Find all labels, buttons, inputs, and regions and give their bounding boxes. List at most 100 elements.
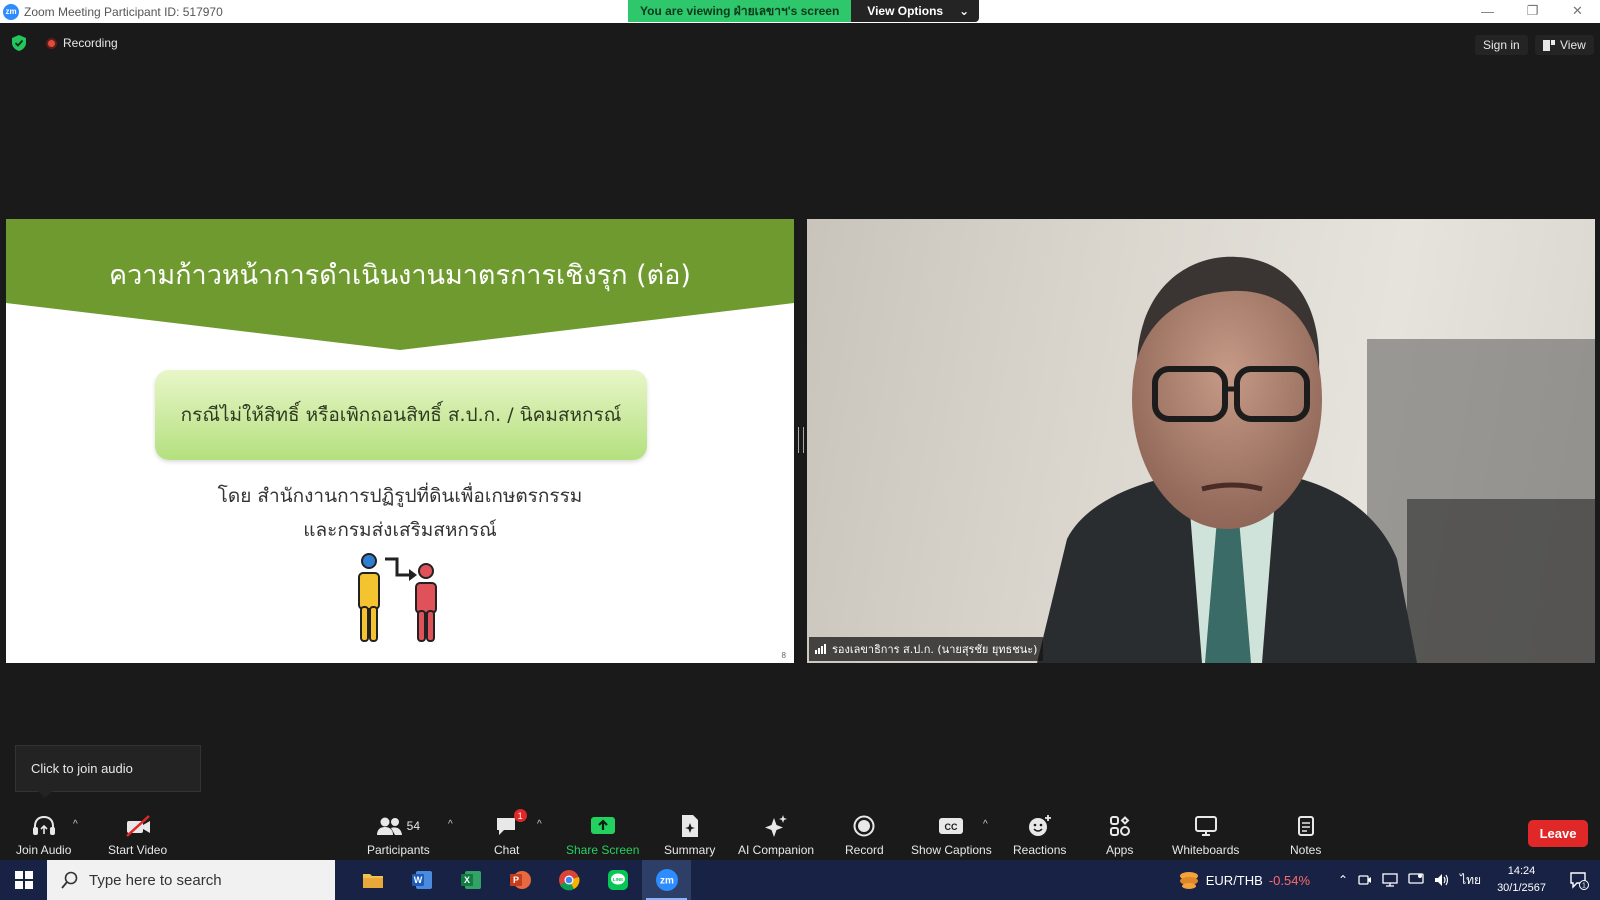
windows-logo-icon bbox=[14, 871, 33, 889]
recording-label: Recording bbox=[63, 36, 118, 50]
chrome-icon bbox=[558, 870, 579, 891]
people-transfer-icon bbox=[358, 553, 437, 642]
leave-button[interactable]: Leave bbox=[1528, 820, 1588, 847]
meeting-toolbar: Join Audio ^ Start Video 54 Participants… bbox=[0, 805, 1600, 860]
reactions-button[interactable]: Reactions bbox=[1013, 813, 1066, 857]
recording-dot-icon bbox=[46, 37, 57, 49]
clock[interactable]: 14:24 30/1/2567 bbox=[1497, 863, 1546, 897]
taskbar-powerpoint[interactable]: P bbox=[495, 860, 544, 900]
svg-text:W: W bbox=[413, 875, 422, 885]
participant-video-tile[interactable]: รองเลขาธิการ ส.ป.ก. (นายสุรชัย ยุทธชนะ) bbox=[807, 219, 1595, 663]
powerpoint-icon: P bbox=[509, 871, 531, 889]
chat-button[interactable]: 1 Chat bbox=[494, 809, 527, 857]
search-icon bbox=[61, 871, 78, 889]
slide-title: ความก้าวหน้าการดำเนินงานมาตรการเชิงรุก (… bbox=[109, 260, 691, 291]
notes-label: Notes bbox=[1290, 843, 1322, 857]
show-captions-button[interactable]: CC Show Captions bbox=[911, 813, 992, 857]
svg-text:LINE: LINE bbox=[612, 877, 622, 882]
taskbar-search-box[interactable]: Type here to search bbox=[47, 860, 335, 900]
close-button[interactable]: ✕ bbox=[1555, 0, 1600, 22]
summary-label: Summary bbox=[664, 843, 716, 857]
join-audio-tooltip: Click to join audio bbox=[15, 745, 201, 798]
share-screen-icon bbox=[590, 817, 615, 834]
apps-button[interactable]: Apps bbox=[1106, 813, 1133, 857]
folder-icon bbox=[362, 874, 383, 888]
shield-icon[interactable] bbox=[12, 35, 26, 51]
participants-icon bbox=[376, 817, 402, 835]
notification-icon: 1 bbox=[1570, 872, 1589, 890]
view-button[interactable]: View bbox=[1535, 35, 1594, 55]
clock-time: 14:24 bbox=[1507, 865, 1536, 877]
participants-count: 54 bbox=[406, 819, 421, 833]
participants-button[interactable]: 54 Participants bbox=[367, 813, 430, 857]
chat-label: Chat bbox=[494, 843, 520, 857]
participant-name-tag: รองเลขาธิการ ส.ป.ก. (นายสุรชัย ยุทธชนะ) bbox=[809, 637, 1044, 661]
join-audio-button[interactable]: Join Audio bbox=[16, 813, 71, 857]
taskbar-chrome[interactable] bbox=[544, 860, 593, 900]
taskbar-search-placeholder: Type here to search bbox=[89, 871, 222, 889]
start-button[interactable] bbox=[0, 860, 47, 900]
meet-now-icon[interactable] bbox=[1358, 873, 1372, 887]
closed-captions-icon: CC bbox=[939, 818, 964, 834]
whiteboards-button[interactable]: Whiteboards bbox=[1172, 813, 1239, 857]
currency-pair: EUR/THB bbox=[1205, 872, 1263, 888]
system-tray: EUR/THB -0.54% ⌃ ไทย 14:24 30/1/2567 1 bbox=[1178, 860, 1600, 900]
captions-options-caret-icon[interactable]: ^ bbox=[983, 819, 988, 830]
currency-exchange-icon bbox=[1179, 872, 1198, 889]
sign-in-button[interactable]: Sign in bbox=[1475, 35, 1528, 55]
zoom-app-icon: zm bbox=[655, 869, 678, 891]
start-video-button[interactable]: Start Video bbox=[108, 813, 167, 857]
split-view-handle[interactable] bbox=[798, 427, 804, 453]
speaker-icon[interactable] bbox=[1434, 873, 1450, 887]
network-icon[interactable] bbox=[1382, 873, 1398, 887]
chat-unread-badge: 1 bbox=[513, 809, 527, 822]
whiteboards-label: Whiteboards bbox=[1172, 843, 1240, 857]
show-captions-label: Show Captions bbox=[911, 843, 992, 857]
summary-icon bbox=[681, 815, 698, 837]
shared-screen-slide: ความก้าวหน้าการดำเนินงานมาตรการเชิงรุก (… bbox=[6, 219, 794, 663]
view-options-button[interactable]: View Options ⌄ bbox=[851, 0, 980, 22]
participants-options-caret-icon[interactable]: ^ bbox=[448, 819, 453, 830]
action-center-button[interactable]: 1 bbox=[1564, 870, 1594, 890]
currency-widget[interactable]: EUR/THB -0.54% bbox=[1178, 870, 1310, 890]
summary-button[interactable]: Summary bbox=[664, 813, 715, 857]
taskbar-zoom[interactable]: zm bbox=[642, 860, 691, 900]
taskbar-file-explorer[interactable] bbox=[348, 860, 397, 900]
show-hidden-icons-chevron-icon[interactable]: ⌃ bbox=[1338, 873, 1348, 887]
taskbar-word[interactable]: W bbox=[397, 860, 446, 900]
clock-date: 30/1/2567 bbox=[1497, 882, 1546, 894]
reactions-icon bbox=[1028, 815, 1051, 836]
slide-subtitle-line1: โดย สำนักงานการปฏิรูปที่ดินเพื่อเกษตรกรร… bbox=[217, 485, 583, 507]
line-app-icon: LINE bbox=[607, 870, 628, 890]
sparkle-icon bbox=[765, 815, 788, 837]
chat-options-caret-icon[interactable]: ^ bbox=[537, 819, 542, 830]
svg-text:zm: zm bbox=[660, 876, 674, 887]
apps-label: Apps bbox=[1106, 843, 1134, 857]
svg-text:CC: CC bbox=[945, 822, 958, 832]
notes-button[interactable]: Notes bbox=[1290, 813, 1321, 857]
restore-button[interactable]: ❐ bbox=[1510, 0, 1555, 22]
display-icon[interactable] bbox=[1408, 873, 1424, 887]
record-button[interactable]: Record bbox=[845, 813, 884, 857]
view-layout-icon bbox=[1543, 39, 1555, 51]
recording-indicator[interactable]: Recording bbox=[46, 36, 118, 50]
window-controls: — ❐ ✕ bbox=[1465, 0, 1600, 22]
window-title: Zoom Meeting Participant ID: 517970 bbox=[24, 4, 223, 19]
whiteboard-icon bbox=[1194, 816, 1217, 836]
currency-change: -0.54% bbox=[1268, 872, 1311, 888]
ai-companion-button[interactable]: AI Companion bbox=[738, 813, 814, 857]
audio-options-caret-icon[interactable]: ^ bbox=[73, 819, 78, 830]
participant-name: รองเลขาธิการ ส.ป.ก. (นายสุรชัย ยุทธชนะ) bbox=[832, 643, 1038, 656]
start-video-label: Start Video bbox=[108, 843, 168, 857]
taskbar-line[interactable]: LINE bbox=[593, 860, 642, 900]
input-language[interactable]: ไทย bbox=[1460, 871, 1481, 890]
participants-label: Participants bbox=[367, 843, 430, 857]
notification-count: 1 bbox=[1582, 883, 1586, 890]
apps-icon bbox=[1109, 816, 1130, 836]
taskbar-excel[interactable]: X bbox=[446, 860, 495, 900]
minimize-button[interactable]: — bbox=[1465, 0, 1510, 22]
viewing-banner: You are viewing ฝ่ายเลขาฯ's screen View … bbox=[628, 0, 980, 22]
share-screen-label: Share Screen bbox=[566, 843, 640, 857]
share-screen-button[interactable]: Share Screen bbox=[566, 813, 639, 857]
zoom-logo-icon: zm bbox=[3, 3, 19, 20]
